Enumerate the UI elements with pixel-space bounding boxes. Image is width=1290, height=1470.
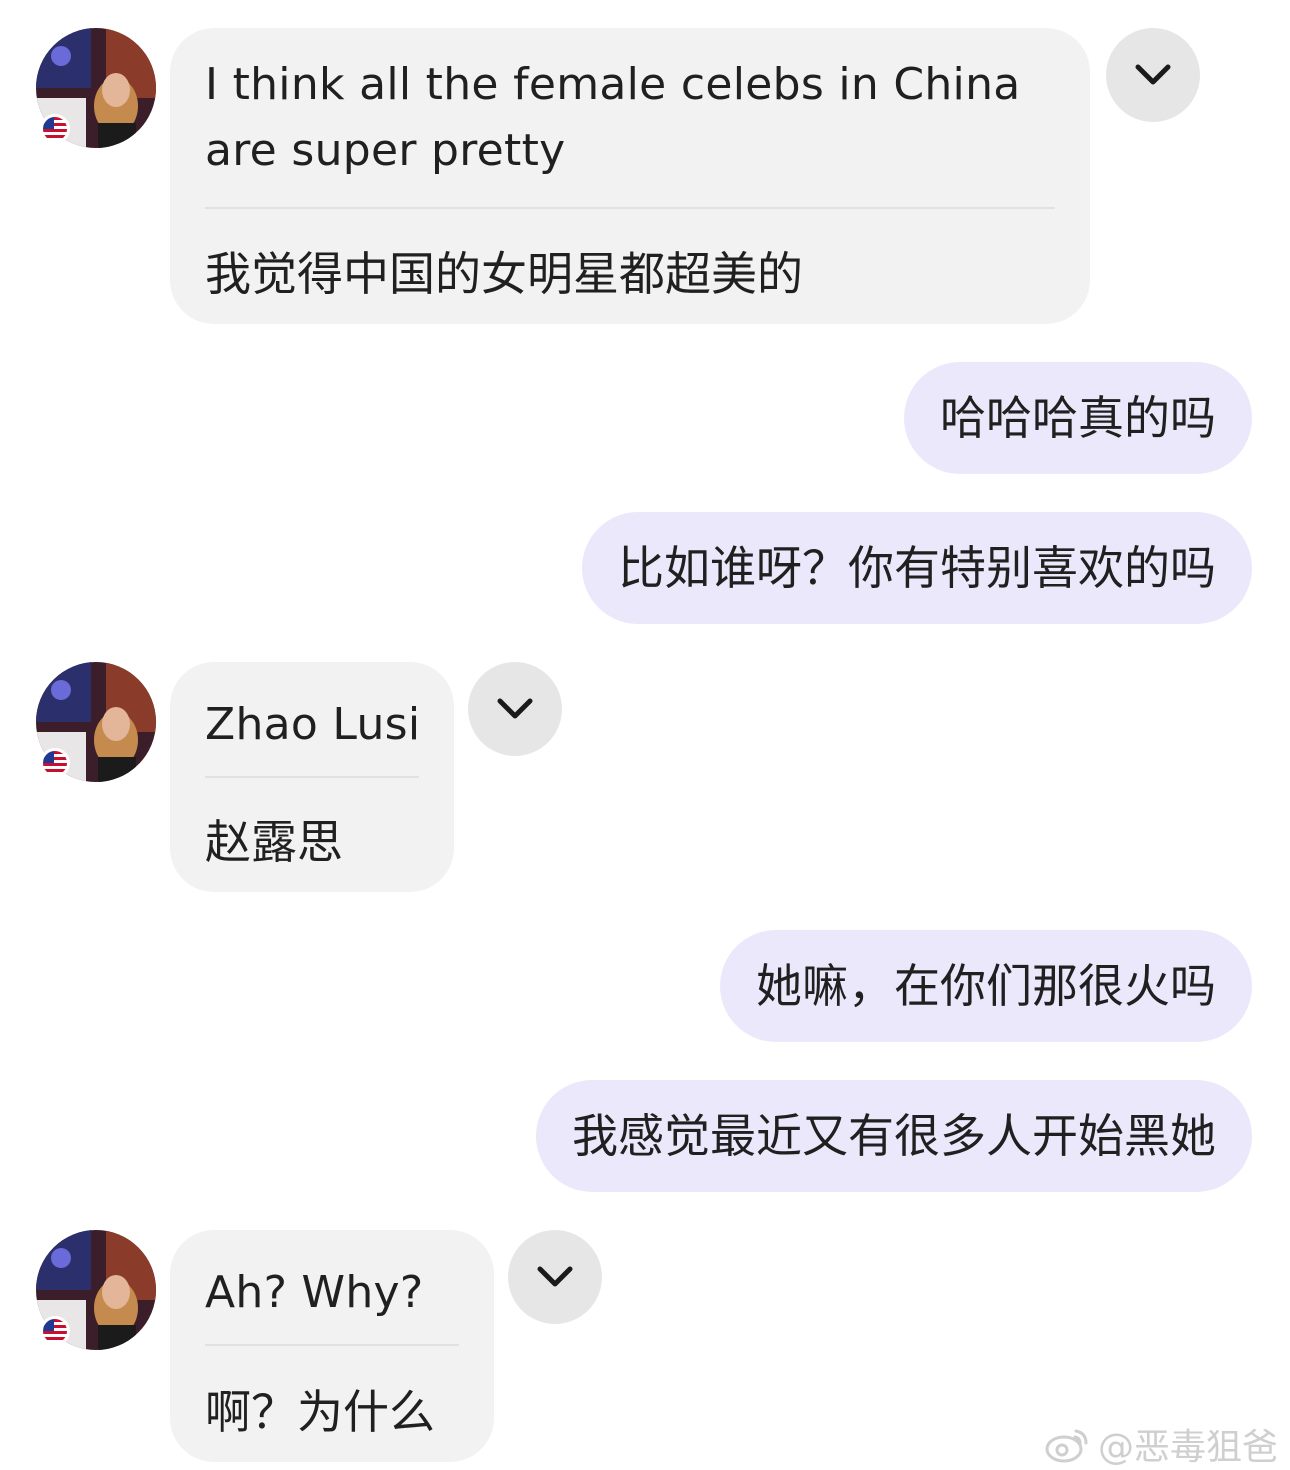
outgoing-message-bubble[interactable]: 比如谁呀？你有特别喜欢的吗 [582,512,1252,624]
watermark: @恶毒狙爸 [1044,1418,1278,1470]
message-original-text: Zhao Lusi [205,699,421,750]
translation-divider [205,1344,459,1346]
chevron-down-icon [497,698,533,719]
watermark-text: @恶毒狙爸 [1097,1427,1278,1468]
outgoing-message-bubble[interactable]: 哈哈哈真的吗 [904,362,1252,474]
translation-divider [205,207,1055,209]
us-flag-icon [40,748,70,778]
incoming-message-bubble[interactable]: I think all the female celebs in China a… [170,28,1090,324]
message-original-text: Ah? Why? [205,1267,424,1318]
weibo-logo-icon [1045,1429,1088,1463]
message-original-text: I think all the female celebs in China a… [205,59,1021,176]
message-options-button[interactable] [1106,28,1200,122]
incoming-message-bubble[interactable]: Zhao Lusi 赵露思 [170,662,454,892]
message-translation-text: 啊？为什么 [205,1385,435,1439]
us-flag-icon [40,114,70,144]
message-translation-text: 我觉得中国的女明星都超美的 [205,247,803,301]
message-options-button[interactable] [508,1230,602,1324]
message-options-button[interactable] [468,662,562,756]
message-translation-text: 赵露思 [205,815,343,869]
us-flag-icon [40,1316,70,1346]
incoming-message-bubble[interactable]: Ah? Why? 啊？为什么 [170,1230,494,1462]
chevron-down-icon [537,1266,573,1287]
outgoing-message-bubble[interactable]: 她嘛，在你们那很火吗 [720,930,1252,1042]
translation-divider [205,776,419,778]
outgoing-message-bubble[interactable]: 我感觉最近又有很多人开始黑她 [536,1080,1252,1192]
chevron-down-icon [1135,64,1171,85]
